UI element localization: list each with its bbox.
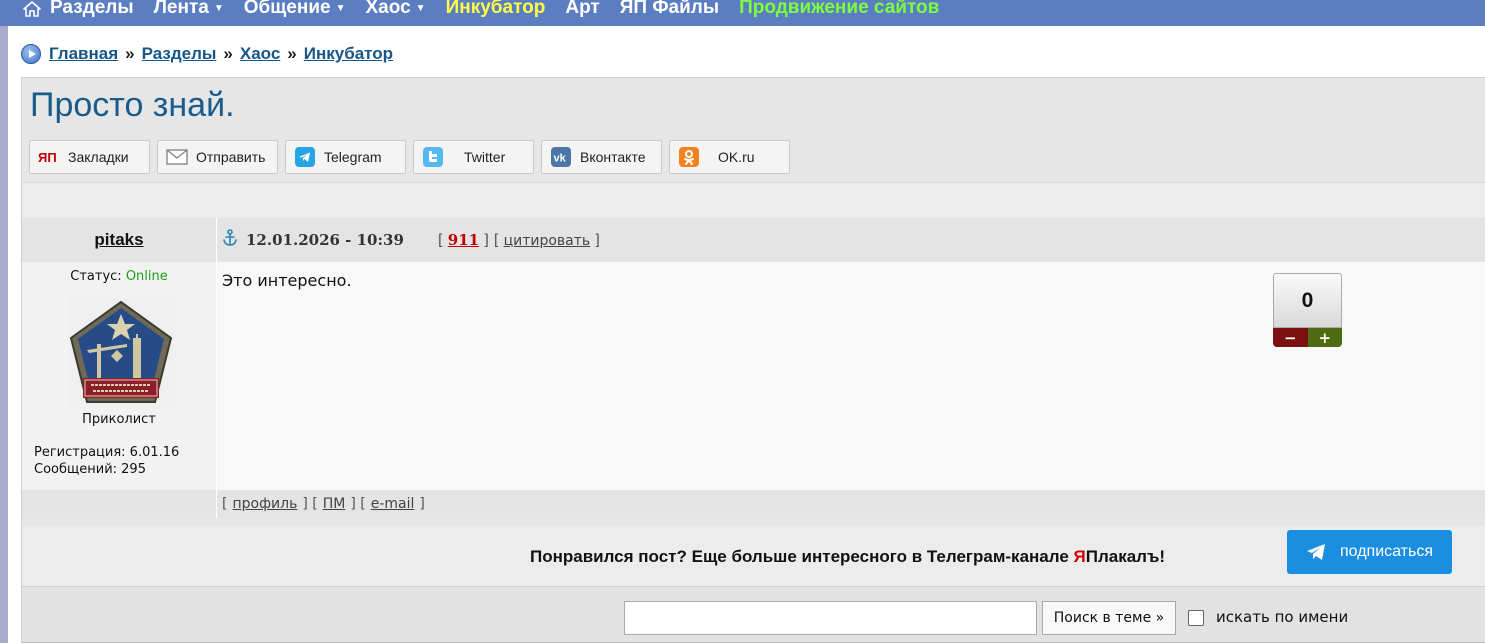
nav-item-incubator[interactable]: Инкубатор [446, 0, 546, 19]
breadcrumb-incubator[interactable]: Инкубатор [304, 44, 393, 64]
nav-item-sections[interactable]: Разделы [50, 0, 134, 19]
vk-share-button[interactable]: vk Вконтакте [541, 140, 662, 174]
telegram-plane-icon [1306, 543, 1326, 561]
rating-minus-button[interactable]: − [1273, 328, 1308, 347]
page-title: Просто знай. [30, 86, 235, 124]
nav-item-promotion[interactable]: Продвижение сайтов [739, 0, 939, 19]
bookmarks-button[interactable]: ЯП Закладки [29, 140, 150, 174]
author-status: Статус: Online [70, 269, 168, 284]
breadcrumb-home[interactable]: Главная [49, 44, 118, 64]
breadcrumb-separator: » [223, 44, 233, 63]
post-footer: [профиль] [ПМ] [e-mail] [22, 490, 1485, 518]
home-icon[interactable] [14, 1, 50, 17]
breadcrumb: Главная » Разделы » Хаос » Инкубатор [21, 44, 393, 64]
nav-item-art[interactable]: Арт [565, 0, 599, 19]
share-label: Twitter [464, 149, 506, 165]
chevron-down-icon: ▼ [213, 2, 224, 14]
twitter-icon [422, 147, 444, 167]
post-footer-left [22, 490, 217, 518]
chevron-down-icon: ▼ [415, 2, 426, 14]
registration-date: Регистрация: 6.01.16 [34, 445, 180, 460]
post-body: Статус: Online Приколист Регистрация: 6.… [22, 262, 1485, 490]
rating-value: 0 [1273, 273, 1342, 328]
page-content: Главная » Разделы » Хаос » Инкубатор Про… [8, 26, 1485, 643]
nav-item-feed[interactable]: Лента ▼ [154, 0, 224, 19]
profile-link[interactable]: профиль [232, 496, 297, 512]
post-date: 12.01.2026 - 10:39 [246, 231, 404, 249]
quote-link[interactable]: цитировать [504, 233, 591, 249]
author-stats: Регистрация: 6.01.16 Сообщений: 295 [34, 444, 179, 478]
post-meta: 12.01.2026 - 10:39 [911] [цитировать] [217, 218, 1485, 262]
anchor-icon[interactable] [222, 229, 238, 251]
post-content: Это интересно. 0 − + [217, 262, 1485, 490]
post-number-wrapper: [911] [цитировать] [437, 231, 600, 249]
share-label: Отправить [196, 149, 266, 165]
pm-link[interactable]: ПМ [323, 496, 346, 512]
share-label: Вконтакте [580, 149, 646, 165]
ok-icon [678, 147, 700, 167]
rating-buttons: − + [1273, 328, 1342, 347]
vk-icon: vk [550, 147, 572, 167]
share-bar: ЯП Закладки Отправить Telegram Twitter v… [29, 140, 790, 174]
author-info: Статус: Online Приколист Регистрация: 6.… [22, 262, 217, 490]
telegram-promo: Понравился пост? Еще больше интересного … [22, 526, 1485, 586]
divider-stripe [22, 182, 1485, 218]
nav-item-chaos[interactable]: Хаос ▼ [366, 0, 426, 19]
post-header: pitaks 12.01.2026 - 10:39 [911] [цитиров… [22, 218, 1485, 262]
post-footer-links: [профиль] [ПМ] [e-mail] [217, 490, 1485, 518]
subscribe-button[interactable]: подписаться [1287, 530, 1452, 574]
post-author-cell: pitaks [22, 218, 217, 262]
promo-text: Понравился пост? Еще больше интересного … [530, 547, 1166, 566]
nav-item-files[interactable]: ЯП Файлы [620, 0, 719, 19]
svg-text:ЯП: ЯП [38, 150, 57, 164]
share-label: Закладки [68, 149, 129, 165]
top-navigation: Разделы Лента ▼ Общение ▼ Хаос ▼ Инкубатор … [0, 0, 1485, 26]
subscribe-label: подписаться [1339, 543, 1434, 560]
breadcrumb-sections[interactable]: Разделы [142, 44, 217, 64]
author-rank: Приколист [82, 412, 156, 427]
svg-text:vk: vk [554, 153, 567, 165]
share-label: OK.ru [718, 149, 755, 165]
telegram-share-button[interactable]: Telegram [285, 140, 406, 174]
play-bullet-icon [21, 44, 41, 64]
yap-icon: ЯП [38, 147, 60, 167]
topic-search: Поиск в теме » искать по имени [22, 586, 1485, 643]
search-input[interactable] [624, 601, 1037, 635]
share-label: Telegram [324, 149, 382, 165]
telegram-icon [294, 147, 316, 167]
search-by-name-checkbox[interactable] [1188, 610, 1204, 626]
send-button[interactable]: Отправить [157, 140, 278, 174]
breadcrumb-separator: » [125, 44, 135, 63]
rating-widget: 0 − + [1273, 273, 1342, 348]
topic-frame: Просто знай. ЯП Закладки Отправить Teleg… [21, 77, 1485, 643]
rating-plus-button[interactable]: + [1307, 328, 1342, 347]
avatar [67, 298, 175, 408]
status-online: Online [125, 269, 168, 284]
search-button[interactable]: Поиск в теме » [1042, 601, 1176, 635]
twitter-share-button[interactable]: Twitter [413, 140, 534, 174]
post-number-link[interactable]: 911 [448, 231, 479, 249]
chevron-down-icon: ▼ [335, 2, 346, 14]
ok-share-button[interactable]: OK.ru [669, 140, 790, 174]
breadcrumb-chaos[interactable]: Хаос [240, 44, 280, 64]
breadcrumb-separator: » [287, 44, 297, 63]
author-name[interactable]: pitaks [94, 230, 143, 250]
search-by-name-label[interactable]: искать по имени [1216, 608, 1348, 626]
email-link[interactable]: e-mail [371, 496, 415, 512]
nav-item-communication[interactable]: Общение ▼ [244, 0, 346, 19]
message-count: Сообщений: 295 [34, 462, 146, 477]
envelope-icon [166, 147, 188, 167]
post-text: Это интересно. [222, 271, 352, 290]
